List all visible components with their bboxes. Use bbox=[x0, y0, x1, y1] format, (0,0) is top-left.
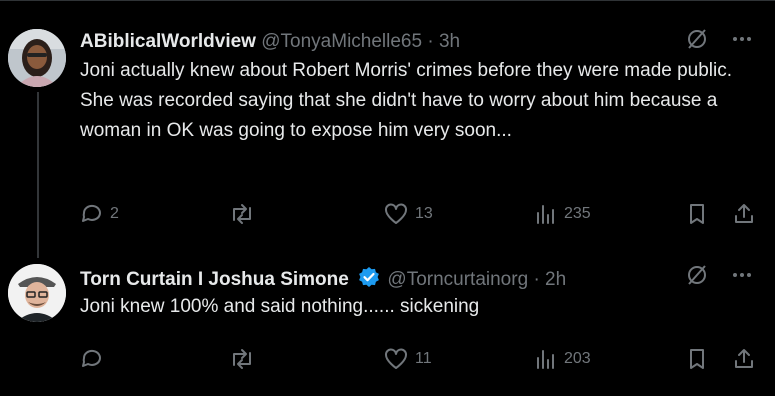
reply-icon bbox=[80, 202, 104, 226]
share-icon bbox=[732, 347, 756, 371]
display-name[interactable]: Torn Curtain I Joshua Simone bbox=[80, 269, 349, 290]
post-2[interactable]: Torn Curtain I Joshua Simone @Torncurtai… bbox=[0, 258, 775, 396]
post-header: Torn Curtain I Joshua Simone @Torncurtai… bbox=[80, 264, 761, 293]
avatar-image bbox=[8, 29, 66, 87]
like-count: 13 bbox=[415, 205, 433, 222]
header-actions bbox=[685, 264, 753, 293]
bookmark-icon bbox=[686, 347, 708, 371]
verified-badge-icon[interactable] bbox=[358, 266, 380, 295]
post-1[interactable]: ABiblicalWorldview @TonyaMichelle65 · 3h… bbox=[0, 0, 775, 258]
grok-slash-icon[interactable] bbox=[685, 27, 709, 58]
views-count: 235 bbox=[564, 205, 591, 222]
like-count: 11 bbox=[415, 350, 432, 367]
more-icon[interactable] bbox=[731, 264, 753, 293]
timestamp[interactable]: 2h bbox=[545, 269, 566, 290]
post-text: Joni actually knew about Robert Morris' … bbox=[80, 60, 733, 141]
like-button[interactable]: 11 bbox=[383, 345, 432, 373]
bookmark-button[interactable] bbox=[686, 345, 708, 373]
like-icon bbox=[383, 202, 409, 226]
avatar[interactable] bbox=[8, 29, 66, 87]
like-button[interactable]: 13 bbox=[383, 200, 433, 228]
post-text: Joni knew 100% and said nothing...... si… bbox=[80, 296, 480, 317]
action-bar: 2 13 235 bbox=[80, 200, 761, 228]
separator-dot: · bbox=[427, 31, 434, 52]
user-handle[interactable]: @Torncurtainorg bbox=[387, 269, 528, 290]
repost-button[interactable] bbox=[228, 345, 262, 373]
views-count: 203 bbox=[564, 350, 591, 367]
thread: ABiblicalWorldview @TonyaMichelle65 · 3h… bbox=[0, 0, 775, 396]
share-button[interactable] bbox=[732, 345, 756, 373]
reply-count: 2 bbox=[110, 205, 119, 222]
timestamp[interactable]: 3h bbox=[439, 31, 460, 52]
repost-button[interactable] bbox=[228, 200, 262, 228]
reply-button[interactable] bbox=[80, 345, 110, 373]
post-content: Torn Curtain I Joshua Simone @Torncurtai… bbox=[80, 264, 761, 322]
avatar[interactable] bbox=[8, 264, 66, 322]
views-icon bbox=[534, 347, 558, 371]
views-button[interactable]: 203 bbox=[534, 345, 591, 373]
display-name[interactable]: ABiblicalWorldview bbox=[80, 31, 256, 52]
views-button[interactable]: 235 bbox=[534, 200, 591, 228]
repost-icon bbox=[228, 347, 256, 371]
avatar-image bbox=[8, 264, 66, 322]
views-icon bbox=[534, 202, 558, 226]
like-icon bbox=[383, 347, 409, 371]
separator-dot: · bbox=[533, 269, 540, 290]
reply-icon bbox=[80, 347, 104, 371]
bookmark-icon bbox=[686, 202, 708, 226]
post-header: ABiblicalWorldview @TonyaMichelle65 · 3h bbox=[80, 28, 761, 57]
bookmark-button[interactable] bbox=[686, 200, 708, 228]
repost-icon bbox=[228, 202, 256, 226]
post-content: ABiblicalWorldview @TonyaMichelle65 · 3h… bbox=[80, 28, 761, 146]
grok-slash-icon[interactable] bbox=[685, 263, 709, 294]
action-bar: 11 203 bbox=[80, 345, 761, 373]
header-actions bbox=[685, 28, 753, 57]
user-handle[interactable]: @TonyaMichelle65 bbox=[261, 31, 422, 52]
share-icon bbox=[732, 202, 756, 226]
share-button[interactable] bbox=[732, 200, 756, 228]
more-icon[interactable] bbox=[731, 28, 753, 57]
reply-button[interactable]: 2 bbox=[80, 200, 119, 228]
